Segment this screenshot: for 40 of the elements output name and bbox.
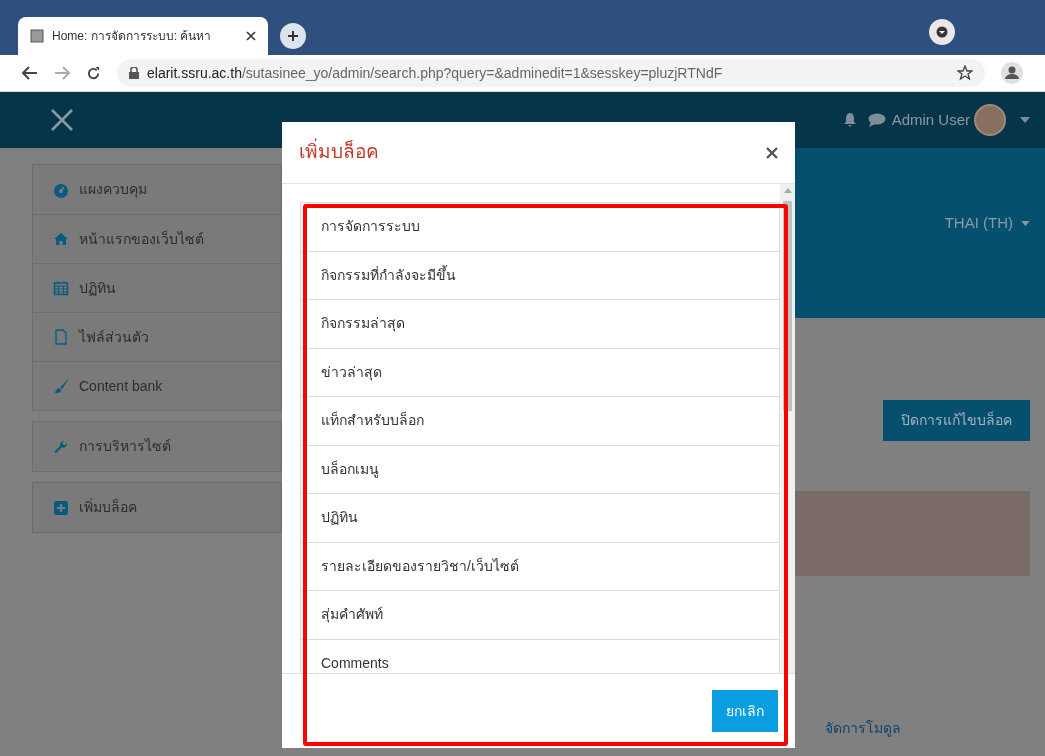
block-list-item[interactable]: ข่าวล่าสุด: [301, 348, 779, 397]
block-list-item[interactable]: Comments: [301, 639, 779, 673]
tab-title: Home: การจัดการระบบ: ค้นหา: [52, 28, 213, 45]
lock-icon: [129, 67, 139, 79]
dashboard-icon: [53, 181, 69, 198]
wrench-icon: [53, 438, 69, 455]
plus-icon: [287, 30, 299, 42]
star-icon[interactable]: [957, 65, 973, 81]
user-name[interactable]: Admin User: [891, 108, 970, 132]
file-icon: [53, 329, 69, 345]
block-list-item[interactable]: สุ่มคำศัพท์: [301, 591, 779, 640]
plus-icon: [53, 499, 69, 516]
caret-icon: [1021, 220, 1030, 226]
block-list-item[interactable]: รายละเอียดของรายวิชา/เว็บไซต์: [301, 542, 779, 591]
chat-icon[interactable]: [867, 113, 886, 127]
new-tab-button[interactable]: [280, 23, 306, 49]
page-icon: [30, 29, 44, 43]
close-icon[interactable]: [246, 31, 256, 41]
close-icon[interactable]: [766, 146, 778, 159]
close-drawer-icon[interactable]: [50, 108, 74, 132]
account-icon[interactable]: [1001, 62, 1023, 84]
block-list-item[interactable]: กิจกรรมล่าสุด: [301, 300, 779, 349]
calendar-icon: [53, 280, 69, 296]
block-list-item[interactable]: กิจกรรมที่กำลังจะมีขึ้น: [301, 251, 779, 300]
browser-tab[interactable]: Home: การจัดการระบบ: ค้นหา: [18, 17, 268, 55]
avatar[interactable]: [974, 104, 1006, 136]
address-bar[interactable]: elarit.ssru.ac.th/sutasinee_yo/admin/search.php?query=&adminedit=1&sesskey=pluzjRTNdF: [117, 59, 985, 87]
block-list-item[interactable]: การจัดการระบบ: [301, 203, 779, 252]
modal-title: เพิ่มบล็อค: [299, 138, 766, 167]
url-text: elarit.ssru.ac.th/sutasinee_yo/admin/search.php?query=&adminedit=1&sesskey=pluzjRTNdF: [147, 63, 723, 83]
block-list-item[interactable]: ปฏิทิน: [301, 494, 779, 543]
brush-icon: [53, 378, 69, 394]
caret-icon[interactable]: [1020, 117, 1030, 123]
block-list-item[interactable]: บล็อกเมนู: [301, 445, 779, 494]
block-list-item[interactable]: แท็กสำหรับบล็อก: [301, 397, 779, 446]
reload-icon[interactable]: [86, 65, 101, 81]
back-icon[interactable]: [22, 66, 38, 80]
edit-blocks-button[interactable]: ปิดการแก้ไขบล็อค: [883, 400, 1030, 441]
home-icon: [53, 231, 69, 247]
profile-menu-icon[interactable]: [929, 19, 955, 45]
